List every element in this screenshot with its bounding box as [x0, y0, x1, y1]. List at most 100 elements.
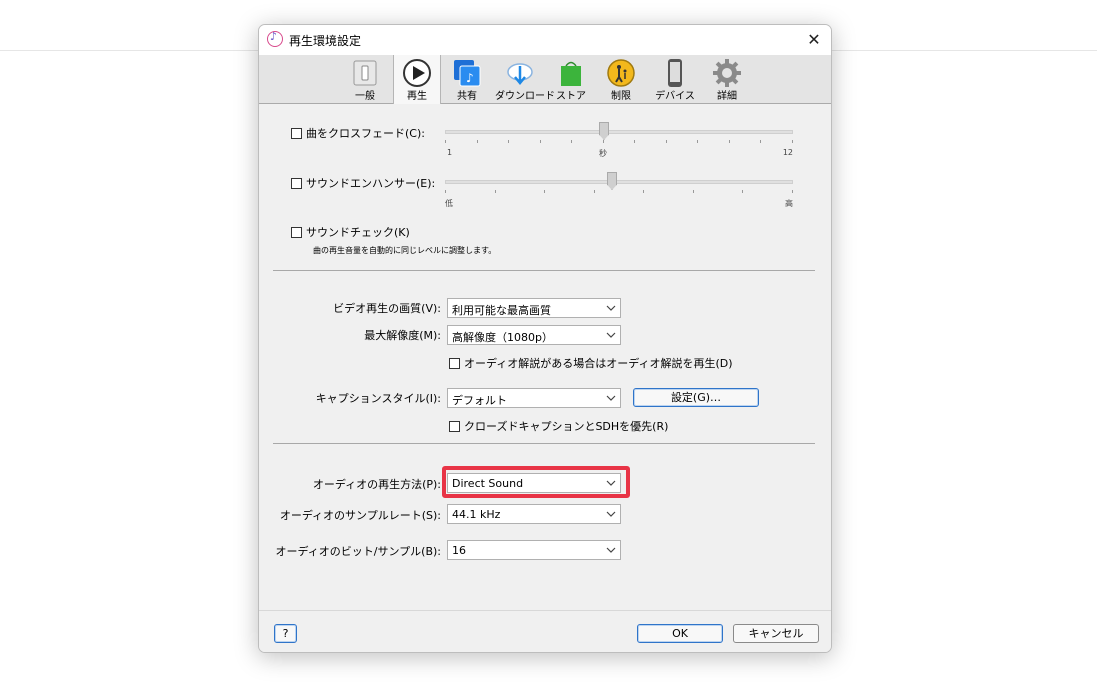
select-value: デフォルト [452, 394, 507, 407]
sdh-checkbox[interactable] [449, 420, 460, 432]
shopping-bag-icon [561, 61, 581, 86]
audio-playback-label: オーディオの再生方法(P): [312, 478, 441, 491]
svg-text:♪: ♪ [466, 71, 474, 85]
audio-description-checkbox[interactable] [449, 357, 460, 369]
sdh-label: クローズドキャプションとSDHを優先(R) [464, 420, 669, 433]
slider-tick [508, 140, 509, 143]
slider-thumb[interactable] [599, 122, 609, 140]
slider-tick [495, 190, 496, 193]
slider-ticks [445, 140, 793, 144]
caption-style-select[interactable]: デフォルト [447, 388, 621, 408]
enhancer-slider[interactable]: 低 高 [445, 172, 793, 208]
slider-tick [594, 190, 595, 193]
chevron-down-icon [606, 511, 616, 517]
enhancer-checkbox[interactable] [291, 177, 302, 189]
phone-icon [668, 59, 682, 87]
audio-playback-select[interactable]: Direct Sound [447, 473, 621, 493]
slider-tick [540, 140, 541, 143]
caption-style-label: キャプションスタイル(I): [315, 392, 441, 405]
chevron-down-icon [606, 332, 616, 338]
slider-tick [544, 190, 545, 193]
slider-tick [445, 140, 446, 143]
slider-tick [603, 140, 604, 143]
crossfade-checkbox[interactable] [291, 127, 302, 139]
cancel-button[interactable]: キャンセル [733, 624, 819, 643]
tab-label: 共有 [457, 91, 477, 102]
slider-tick [760, 140, 761, 143]
soundcheck-label: サウンドチェック(K) [306, 226, 410, 239]
separator [273, 443, 815, 444]
slider-tick [792, 140, 793, 143]
slider-tick [445, 190, 446, 193]
crossfade-slider[interactable]: 1 秒 12 [445, 122, 793, 158]
separator [273, 270, 815, 271]
tab-advanced[interactable]: 詳細 [709, 55, 745, 104]
tab-label: 再生 [407, 91, 427, 102]
slider-mid-label: 秒 [599, 149, 607, 158]
parental-icon [607, 59, 635, 87]
tab-general[interactable]: 一般 [347, 55, 383, 104]
slider-min-label: 1 [447, 148, 453, 157]
enhancer-checkbox-row[interactable]: サウンドエンハンサー(E): [291, 175, 435, 191]
tab-label: デバイス [655, 91, 695, 102]
slider-max-label: 高 [785, 199, 793, 208]
chevron-down-icon [606, 547, 616, 553]
tab-restrictions[interactable]: 制限 [603, 55, 639, 104]
tab-label: ダウンロード [495, 91, 555, 102]
slider-tick [666, 140, 667, 143]
audio-description-checkbox-row[interactable]: オーディオ解説がある場合はオーディオ解説を再生(D) [449, 355, 733, 371]
audio-samplerate-label: オーディオのサンプルレート(S): [279, 509, 441, 522]
slider-tick [792, 190, 793, 193]
slider-tick [697, 140, 698, 143]
gear-icon [713, 59, 741, 87]
video-quality-label: ビデオ再生の画質(V): [333, 302, 441, 315]
select-value: 利用可能な最高画質 [452, 304, 551, 317]
cloud-download-icon [507, 63, 533, 85]
soundcheck-checkbox-row[interactable]: サウンドチェック(K) [291, 224, 410, 240]
tab-sharing[interactable]: ♪ 共有 [449, 55, 485, 104]
sdh-checkbox-row[interactable]: クローズドキャプションとSDHを優先(R) [449, 418, 668, 434]
dialog-footer: ? OK キャンセル [259, 610, 831, 652]
enhancer-label: サウンドエンハンサー(E): [306, 177, 436, 190]
slider-ticks [445, 190, 793, 194]
music-share-icon: ♪ [454, 60, 481, 87]
slider-max-label: 12 [782, 148, 793, 157]
slider-tick [477, 140, 478, 143]
tab-devices[interactable]: デバイス [655, 55, 695, 104]
soundcheck-checkbox[interactable] [291, 226, 302, 238]
slider-tick [693, 190, 694, 193]
play-icon [403, 59, 431, 87]
help-button[interactable]: ? [274, 624, 297, 643]
audio-bits-label: オーディオのビット/サンプル(B): [275, 545, 441, 558]
video-quality-select[interactable]: 利用可能な最高画質 [447, 298, 621, 318]
tab-label: 制限 [611, 91, 631, 102]
slider-thumb[interactable] [607, 172, 617, 190]
tab-label: ストア [556, 91, 586, 102]
slider-tick [742, 190, 743, 193]
slider-tick [571, 140, 572, 143]
select-value: 16 [452, 544, 466, 557]
caption-settings-button[interactable]: 設定(G)… [633, 388, 759, 407]
slider-track [445, 130, 793, 134]
slider-tick [643, 190, 644, 193]
tab-label: 一般 [355, 91, 375, 102]
ok-button[interactable]: OK [637, 624, 723, 643]
crossfade-checkbox-row[interactable]: 曲をクロスフェード(C): [291, 125, 425, 141]
tab-download[interactable]: ダウンロード [495, 55, 555, 104]
audio-bits-select[interactable]: 16 [447, 540, 621, 560]
audio-samplerate-select[interactable]: 44.1 kHz [447, 504, 621, 524]
preferences-toolbar: 一般 再生 ♪ 共有 ダウンロード ストア 制限 デバイス 詳細 [259, 55, 831, 104]
playback-pane: 曲をクロスフェード(C): 1 秒 12 サウンドエンハンサー(E): 低 高 … [259, 105, 831, 610]
switch-icon [353, 60, 377, 86]
audio-description-label: オーディオ解説がある場合はオーディオ解説を再生(D) [464, 357, 733, 370]
slider-tick [729, 140, 730, 143]
tab-playback[interactable]: 再生 [393, 55, 441, 104]
select-value: 44.1 kHz [452, 508, 501, 521]
close-button[interactable]: ✕ [803, 29, 825, 51]
max-resolution-label: 最大解像度(M): [364, 329, 441, 342]
chevron-down-icon [606, 480, 616, 486]
tab-label: 詳細 [717, 91, 737, 102]
max-resolution-select[interactable]: 高解像度（1080p） [447, 325, 621, 345]
tab-store[interactable]: ストア [553, 55, 589, 104]
chevron-down-icon [606, 395, 616, 401]
